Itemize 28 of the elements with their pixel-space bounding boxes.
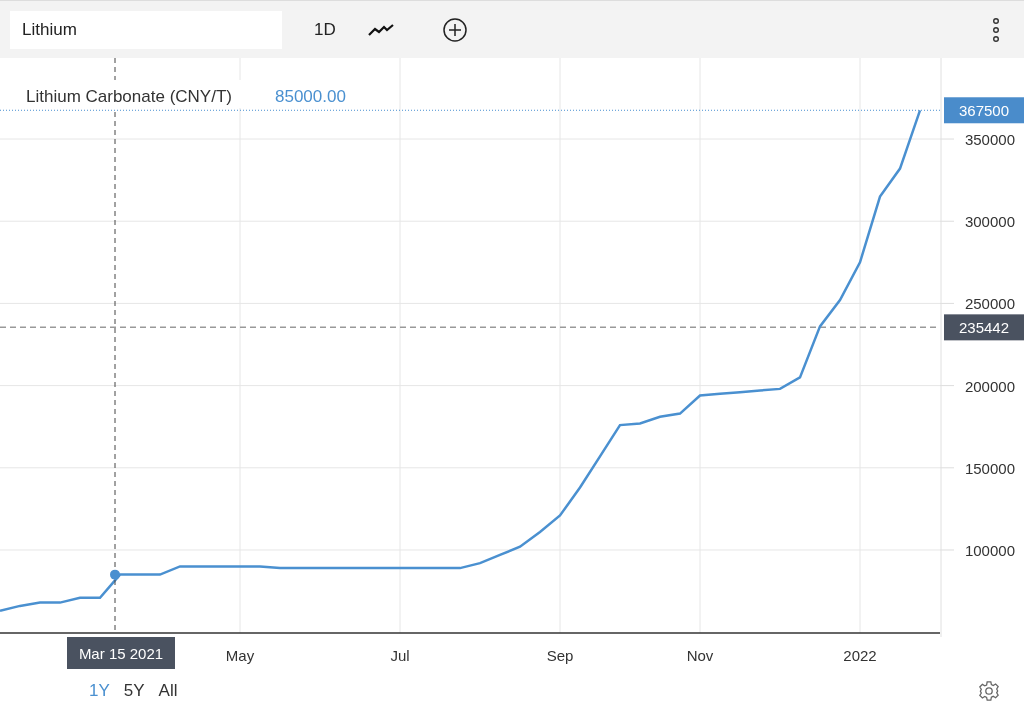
range-button[interactable]: 1Y <box>84 675 115 706</box>
range-button[interactable]: 5Y <box>118 675 150 706</box>
x-axis-label: Jul <box>390 647 410 664</box>
legend-series-name: Lithium Carbonate (CNY/T) <box>26 87 232 106</box>
crosshair-price-tag: 235442 <box>944 314 1024 341</box>
y-axis-label: 300000 <box>964 213 1015 231</box>
data-point-marker <box>110 569 120 580</box>
search-field[interactable]: Lithium <box>10 10 282 49</box>
x-axis-label: 2022 <box>843 647 877 664</box>
add-icon[interactable] <box>441 16 468 43</box>
range-button[interactable]: All <box>153 675 183 706</box>
y-axis-label: 150000 <box>964 459 1015 477</box>
last-price-tag: 367500 <box>944 97 1024 124</box>
ref-line-label: 367500 <box>958 102 1010 120</box>
line-chart-icon[interactable] <box>367 21 394 38</box>
crosshair-date-tag: Mar 15 2021 <box>67 637 175 669</box>
ref-line-label: 235442 <box>958 319 1010 337</box>
legend-value: 85000.00 <box>275 87 346 106</box>
y-axis-label: 200000 <box>964 377 1015 395</box>
settings-icon[interactable] <box>978 679 1000 702</box>
x-axis-label: Nov <box>686 647 714 664</box>
interval-button[interactable]: 1D <box>306 12 344 47</box>
y-axis-label: 250000 <box>964 295 1015 313</box>
y-axis-label: 350000 <box>964 131 1015 149</box>
more-options-icon[interactable] <box>992 16 1000 43</box>
y-axis-label: 100000 <box>964 542 1015 559</box>
x-axis-label: May <box>225 647 255 664</box>
x-axis-label: Sep <box>546 647 574 664</box>
